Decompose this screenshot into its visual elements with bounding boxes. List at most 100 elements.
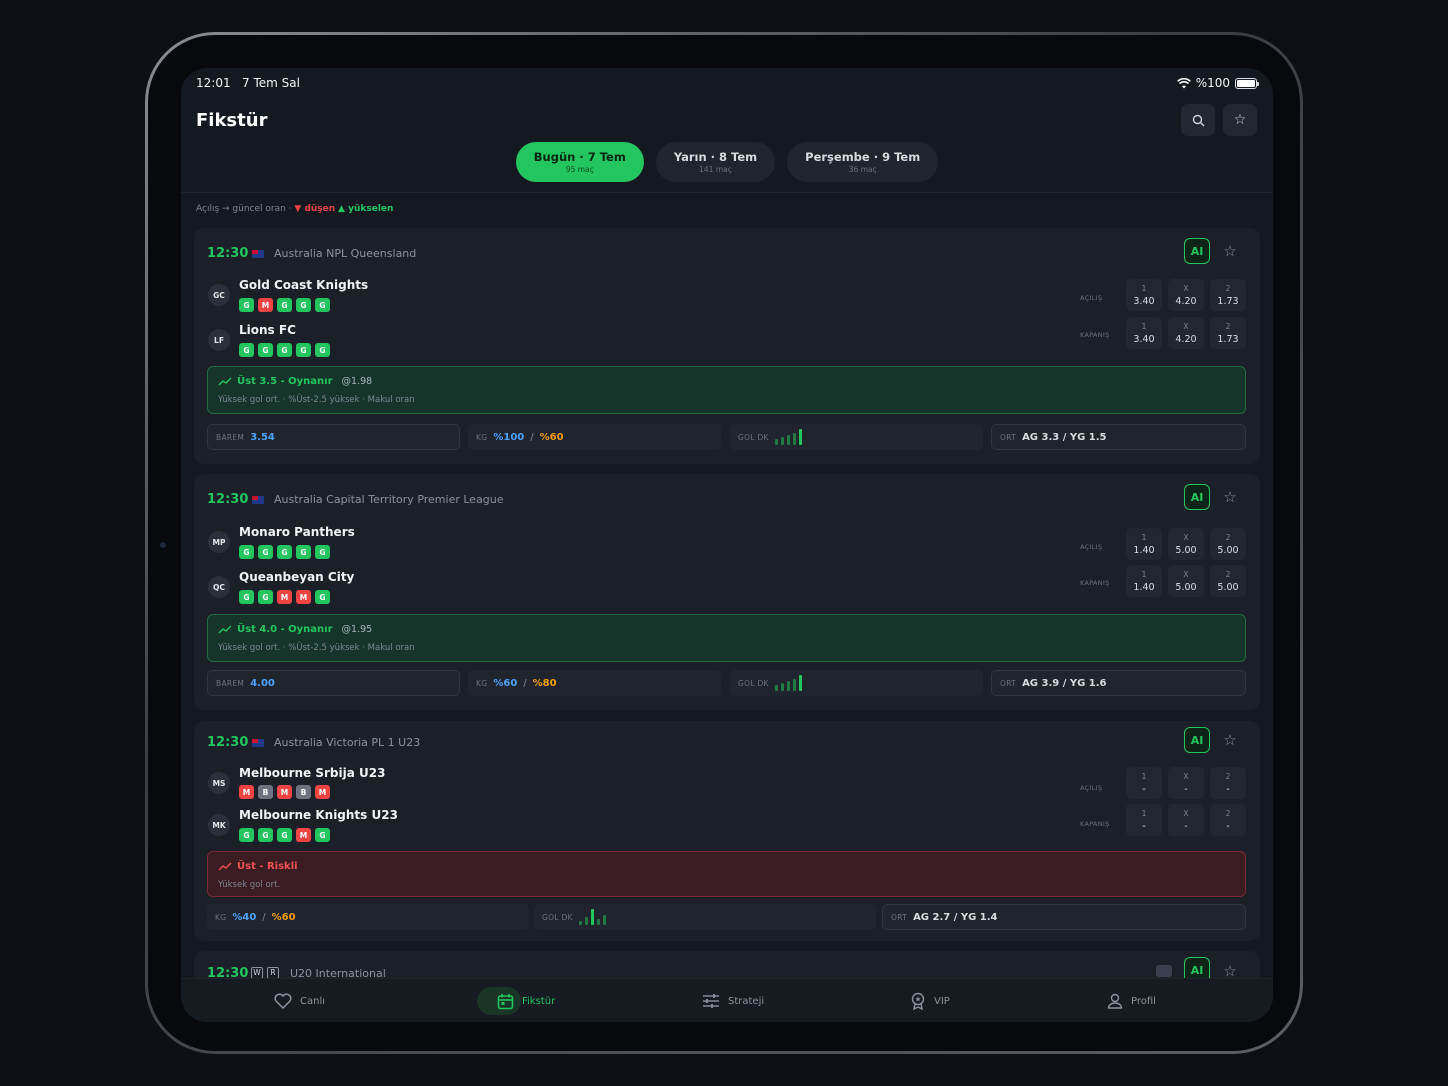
goal-minute-stat: GOL DK [534,904,876,930]
prediction-tip[interactable]: Üst 3.5 - Oynanır @1.98 Yüksek gol ort. … [207,366,1246,414]
status-right: %100 [1176,76,1259,90]
star-icon[interactable]: ☆ [1222,489,1238,505]
status-date: 7 Tem Sal [242,76,300,90]
day-tabs: Bugün · 7 Tem 95 maç Yarın · 8 Tem 141 m… [181,142,1273,182]
odd-cell[interactable]: 1 3.40 [1126,279,1162,311]
battery-percent: %100 [1195,76,1230,90]
goal-minute-bars [774,675,802,691]
goal-minute-bar [774,439,778,445]
away-team-name: Melbourne Knights U23 [239,808,398,822]
form-badge: M [277,590,292,604]
trend-up-icon [218,625,232,634]
home-team-name: Gold Coast Knights [239,278,369,292]
flag-icon [252,496,264,504]
nav-label: VIP [934,995,950,1007]
odd-cell[interactable]: 2- [1210,767,1246,799]
match-card[interactable]: 12:30 Australia Victoria PL 1 U23 AI ☆ M… [194,721,1260,941]
tip-title-row: Üst 3.5 - Oynanır @1.98 [218,376,372,387]
odd-cell[interactable]: 2 1.73 [1210,279,1246,311]
match-time: 12:30 [207,735,249,750]
goal-minute-bars [578,909,606,925]
form-badge: M [239,785,254,799]
odd-value: 5.00 [1217,581,1239,593]
odd-cell[interactable]: 2 5.00 [1210,565,1246,597]
match-card[interactable]: 12:30 Australia NPL Queensland AI ☆ GC G… [194,228,1260,464]
odd-value: 5.00 [1175,544,1197,556]
ai-button[interactable]: AI [1184,727,1210,753]
odd-cell[interactable]: X- [1168,804,1204,836]
odd-cell[interactable]: 1- [1126,804,1162,836]
tablet-bezel: 12:01 7 Tem Sal %100 Fikstür ☆ Bugün · 7… [148,35,1300,1051]
kg-value-2: %80 [532,677,557,689]
odd-cell[interactable]: 2- [1210,804,1246,836]
goal-minute-bar [780,683,784,691]
favorites-button[interactable]: ☆ [1223,104,1257,136]
odd-cell[interactable]: X- [1168,767,1204,799]
odd-cell[interactable]: X 5.00 [1168,565,1204,597]
nav-item-fixture[interactable]: Fikstür [477,979,556,1022]
odd-key: X [1183,321,1189,331]
ai-button[interactable]: AI [1184,238,1210,264]
tab-tomorrow[interactable]: Yarın · 8 Tem 141 maç [655,142,776,182]
odd-cell[interactable]: X 4.20 [1168,279,1204,311]
odd-cell[interactable]: 1 3.40 [1126,317,1162,349]
tab-today[interactable]: Bugün · 7 Tem 95 maç [515,142,644,182]
prediction-tip[interactable]: Üst 4.0 - Oynanır @1.95 Yüksek gol ort. … [207,614,1246,662]
search-button[interactable] [1181,104,1215,136]
odd-cell[interactable]: 1 1.40 [1126,528,1162,560]
match-time: 12:30 [207,246,249,261]
nav-item-vip[interactable]: VIP [910,979,950,1022]
odd-value: 5.00 [1175,581,1197,593]
ai-button[interactable]: AI [1184,484,1210,510]
goal-minute-bar [792,679,796,691]
odd-cell[interactable]: X 5.00 [1168,528,1204,560]
away-form: GGGMG [239,828,330,842]
nav-item-live[interactable]: Canlı [274,979,325,1022]
odd-cell[interactable]: X 4.20 [1168,317,1204,349]
odd-key: 1 [1141,569,1147,579]
opening-label: AÇILIŞ [1080,543,1103,551]
home-team-name: Monaro Panthers [239,525,355,539]
nav-item-profile[interactable]: Profil [1107,979,1156,1022]
tab-thursday[interactable]: Perşembe · 9 Tem 36 maç [787,142,939,182]
odd-cell[interactable]: 2 5.00 [1210,528,1246,560]
kg-value-2: %60 [539,431,564,443]
star-icon[interactable]: ☆ [1222,963,1238,979]
star-icon[interactable]: ☆ [1222,732,1238,748]
odd-key: 2 [1225,321,1231,331]
odd-key: X [1183,569,1189,579]
tip-description: Yüksek gol ort. [218,880,281,890]
odd-cell[interactable]: 1 1.40 [1126,565,1162,597]
tablet-frame: 12:01 7 Tem Sal %100 Fikstür ☆ Bugün · 7… [145,32,1303,1054]
average-value: AG 3.3 / YG 1.5 [1022,431,1107,443]
stat-label: ORT [1000,678,1017,688]
camera [160,542,166,548]
status-time: 12:01 [196,76,231,90]
barem-stat: BAREM 4.00 [207,670,460,696]
stat-label: GOL DK [542,912,573,922]
odd-value: 1.73 [1217,333,1239,345]
nav-label: Fikstür [522,995,556,1007]
prediction-tip[interactable]: Üst - Riskli Yüksek gol ort. [207,851,1246,897]
kg-value-2: %60 [271,911,296,923]
nav-item-strategy[interactable]: Strateji [702,979,764,1022]
flag-icon [252,250,264,258]
form-badge: M [258,298,273,312]
odd-cell[interactable]: 1- [1126,767,1162,799]
nav-label: Canlı [300,995,326,1007]
page-title: Fikstür [196,110,268,131]
team-abbr: QC [208,576,230,598]
stat-label: GOL DK [738,678,769,688]
odd-cell[interactable]: 2 1.73 [1210,317,1246,349]
star-icon[interactable]: ☆ [1222,243,1238,259]
form-badge: M [277,785,292,799]
average-stat: ORT AG 2.7 / YG 1.4 [882,904,1246,930]
team-abbr: MK [208,814,230,836]
league-name: Australia Victoria PL 1 U23 [274,736,421,749]
odd-key: 2 [1225,808,1231,818]
tip-odd: @1.95 [341,624,373,635]
form-badge: G [258,343,273,357]
odd-value: 1.73 [1217,295,1239,307]
match-card[interactable]: 12:30 Australia Capital Territory Premie… [194,474,1260,710]
home-form: GGGGG [239,545,330,559]
